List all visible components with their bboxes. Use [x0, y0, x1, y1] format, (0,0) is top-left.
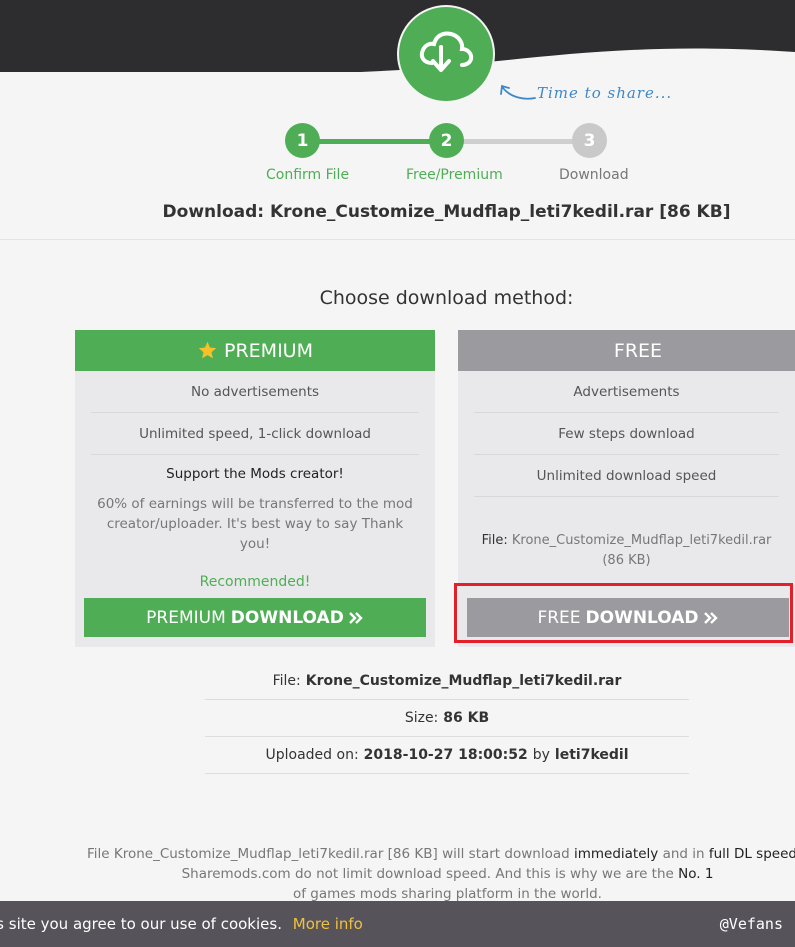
cookie-bar: is site you agree to our use of cookies.…: [0, 901, 795, 947]
premium-feature: Unlimited speed, 1-click download: [91, 413, 419, 455]
double-chevron-right-icon: [348, 611, 363, 624]
curved-arrow-icon: [500, 84, 536, 100]
premium-header: PREMIUM: [75, 330, 435, 371]
support-title: Support the Mods creator!: [166, 466, 344, 482]
meta-size-label: Size:: [404, 710, 439, 726]
free-feature: Unlimited download speed: [474, 455, 779, 497]
recommended-label: Recommended!: [199, 574, 311, 590]
cookie-message: is site you agree to our use of cookies.…: [0, 915, 363, 933]
meta-by-label: by: [532, 747, 550, 763]
meta-size-value: 86 KB: [443, 710, 490, 726]
meta-uploaded-label: Uploaded on:: [265, 747, 359, 763]
highlight-box: [454, 583, 793, 643]
progress-steps: 1 2 3 Confirm File Free/Premium Download: [266, 123, 636, 193]
header-wave: [0, 48, 795, 90]
meta-file-row: File: Krone_Customize_Mudflap_leti7kedil…: [205, 663, 689, 700]
footer-note: File Krone_Customize_Mudflap_leti7kedil.…: [80, 844, 795, 904]
premium-button-prefix: PREMIUM: [146, 607, 226, 628]
cookie-text: is site you agree to our use of cookies.: [0, 915, 282, 933]
meta-uploaded-row: Uploaded on: 2018-10-27 18:00:52 by leti…: [205, 737, 689, 774]
premium-title: PREMIUM: [224, 339, 313, 362]
footer-emphasis: full DL speed: [708, 846, 795, 862]
step-3-circle: 3: [572, 123, 607, 158]
premium-feature: No advertisements: [91, 371, 419, 413]
download-title: Download: Krone_Customize_Mudflap_leti7k…: [162, 202, 731, 222]
free-header: FREE: [458, 330, 795, 371]
footer-text: and in: [662, 846, 705, 862]
free-file-value: Krone_Customize_Mudflap_leti7kedil.rar (…: [511, 533, 772, 568]
support-description: 60% of earnings will be transferred to t…: [97, 496, 413, 552]
cookie-more-info-link[interactable]: More info: [293, 915, 363, 933]
free-file-info: File: Krone_Customize_Mudflap_leti7kedil…: [470, 531, 783, 571]
step-3-label: Download: [559, 167, 629, 183]
meta-file-label: File:: [272, 673, 301, 689]
step-2-label: Free/Premium: [406, 167, 503, 183]
free-title: FREE: [613, 339, 663, 362]
step-2-circle: 2: [429, 123, 464, 158]
premium-button-bold: DOWNLOAD: [230, 607, 344, 628]
page-header: Time to share... 1 2 3 Confirm File Free…: [0, 0, 795, 240]
premium-download-button[interactable]: PREMIUM DOWNLOAD: [84, 598, 426, 637]
step-1-circle: 1: [285, 123, 320, 158]
meta-size-row: Size: 86 KB: [205, 700, 689, 737]
footer-emphasis: immediately: [573, 846, 659, 862]
free-feature: Advertisements: [474, 371, 779, 413]
choose-method-heading: Choose download method:: [319, 287, 574, 309]
logo[interactable]: [399, 7, 493, 101]
premium-card: PREMIUM No advertisements Unlimited spee…: [75, 330, 435, 647]
watermark: @Vefans: [719, 915, 783, 933]
free-feature: Few steps download: [474, 413, 779, 455]
meta-uploaded-value: 2018-10-27 18:00:52: [363, 747, 528, 763]
free-file-label: File:: [481, 533, 508, 548]
star-icon: [198, 341, 217, 359]
tagline: Time to share...: [537, 84, 673, 102]
step-connector: [446, 139, 576, 144]
divider: [0, 239, 795, 240]
step-connector: [301, 139, 431, 144]
meta-file-value: Krone_Customize_Mudflap_leti7kedil.rar: [305, 673, 622, 689]
meta-uploader[interactable]: leti7kedil: [555, 747, 629, 763]
footer-emphasis: No. 1: [678, 866, 714, 882]
footer-text: of games mods sharing platform in the wo…: [293, 886, 602, 902]
cloud-download-icon: [419, 31, 474, 72]
step-1-label: Confirm File: [266, 167, 350, 183]
footer-text: File Krone_Customize_Mudflap_leti7kedil.…: [86, 846, 570, 862]
